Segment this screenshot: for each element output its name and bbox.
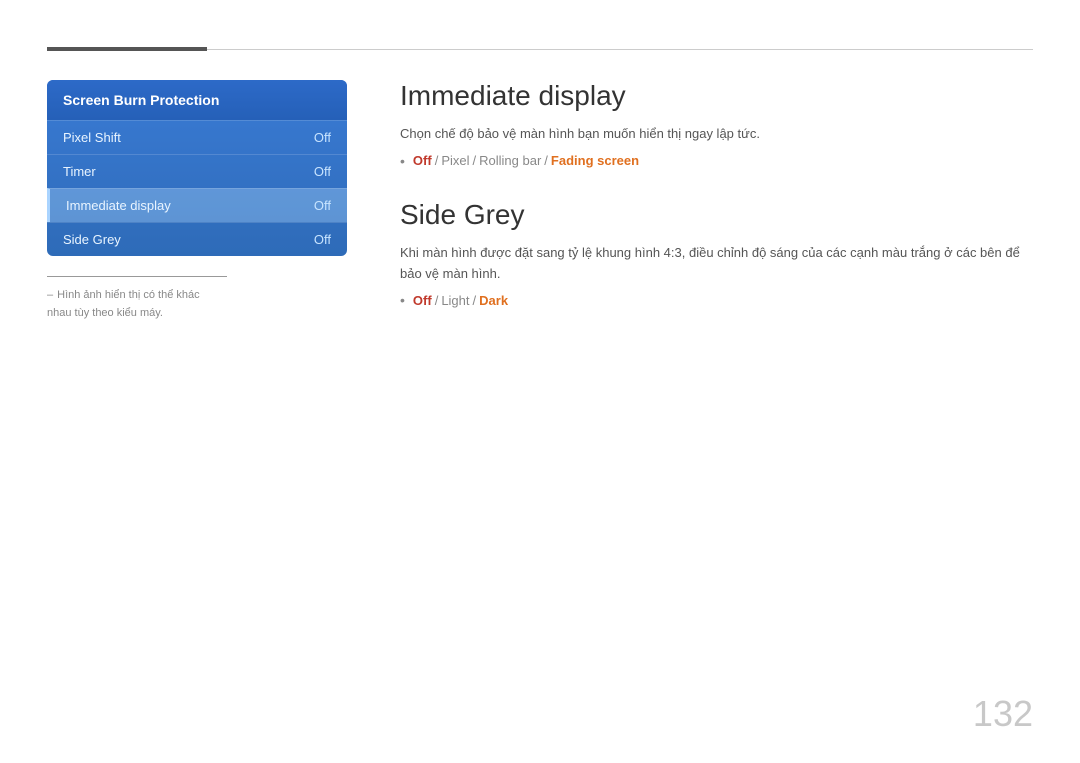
page-number: 132 [973, 693, 1033, 735]
section1-title: Immediate display [400, 80, 1033, 112]
menu-item-immediate-display-label: Immediate display [66, 198, 171, 213]
menu-item-immediate-display-value: Off [314, 198, 331, 213]
menu-box: Screen Burn Protection Pixel Shift Off T… [47, 80, 347, 256]
menu-item-timer[interactable]: Timer Off [47, 154, 347, 188]
section2-desc: Khi màn hình được đặt sang tỷ lệ khung h… [400, 243, 1033, 285]
menu-item-timer-value: Off [314, 164, 331, 179]
section2-sep1: / [435, 293, 439, 308]
menu-item-immediate-display[interactable]: Immediate display Off [47, 188, 347, 222]
menu-header: Screen Burn Protection [47, 80, 347, 120]
menu-item-pixel-shift-value: Off [314, 130, 331, 145]
menu-item-side-grey-value: Off [314, 232, 331, 247]
section1-opt-rolling: Rolling bar [479, 153, 541, 168]
top-bar-accent [47, 47, 207, 51]
section2-bullet: • [400, 292, 405, 308]
menu-item-pixel-shift[interactable]: Pixel Shift Off [47, 120, 347, 154]
menu-item-side-grey-label: Side Grey [63, 232, 121, 247]
top-bar [47, 47, 1033, 51]
right-panel: Immediate display Chọn chế độ bảo vệ màn… [400, 80, 1033, 338]
menu-item-side-grey[interactable]: Side Grey Off [47, 222, 347, 256]
menu-item-pixel-shift-label: Pixel Shift [63, 130, 121, 145]
footnote-container: –Hình ảnh hiển thị có thể khác nhau tùy … [47, 276, 227, 321]
left-panel: Screen Burn Protection Pixel Shift Off T… [47, 80, 347, 321]
section1-sep2: / [473, 153, 477, 168]
menu-item-timer-label: Timer [63, 164, 96, 179]
top-bar-line [207, 49, 1033, 50]
section1-opt-pixel: Pixel [441, 153, 469, 168]
section2-options: • Off / Light / Dark [400, 292, 1033, 308]
section1-options: • Off / Pixel / Rolling bar / Fading scr… [400, 153, 1033, 169]
section2-opt-light: Light [441, 293, 469, 308]
section1-bullet: • [400, 153, 405, 169]
footnote-text: –Hình ảnh hiển thị có thể khác nhau tùy … [47, 289, 200, 319]
section1-desc: Chọn chế độ bảo vệ màn hình bạn muốn hiể… [400, 124, 1033, 145]
section2-title: Side Grey [400, 199, 1033, 231]
section1-opt-fading: Fading screen [551, 153, 639, 168]
section1-sep1: / [435, 153, 439, 168]
section2-opt-off: Off [413, 293, 432, 308]
section1-sep3: / [544, 153, 548, 168]
section1-opt-off: Off [413, 153, 432, 168]
section2-sep2: / [473, 293, 477, 308]
section2-opt-dark: Dark [479, 293, 508, 308]
